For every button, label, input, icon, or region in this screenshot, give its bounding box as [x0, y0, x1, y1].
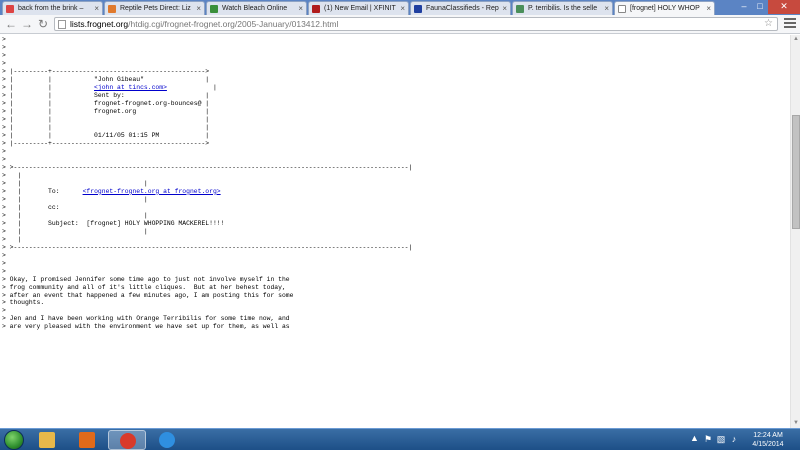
tab-favicon-icon: [210, 5, 218, 13]
tab-favicon-icon: [618, 5, 626, 13]
body-line: thoughts.: [9, 299, 45, 307]
sent-by-label: Sent by:: [94, 91, 125, 99]
tab-close-icon[interactable]: ×: [94, 2, 99, 15]
sent-by-line2: frognet.org: [94, 107, 137, 115]
media-player-icon: [79, 432, 95, 448]
page-content: > > > > > |---------+-------------------…: [0, 35, 790, 428]
from-email-link[interactable]: <john at tincs.com>: [94, 84, 167, 91]
restore-button[interactable]: □: [752, 0, 768, 14]
clock-date: 4/15/2014: [752, 441, 784, 448]
clock[interactable]: 12:24 AM 4/15/2014: [744, 431, 792, 449]
flag-icon[interactable]: ⚑: [703, 434, 713, 444]
internet-explorer-icon: [159, 432, 175, 448]
tab-4[interactable]: FaunaClassifieds - Rep ×: [410, 1, 511, 15]
tab-close-icon[interactable]: ×: [604, 2, 609, 15]
tab-0[interactable]: back from the brink – ×: [2, 1, 103, 15]
network-icon[interactable]: ▧: [716, 434, 726, 444]
tab-close-icon[interactable]: ×: [196, 2, 201, 15]
url-path: /htdig.cgi/frognet-frognet.org/2005-Janu…: [128, 19, 339, 29]
subject-value: [frognet] HOLY WHOPPING MACKEREL!!!!: [86, 219, 225, 227]
tab-favicon-icon: [516, 5, 524, 13]
tab-label: [frognet] HOLY WHOP: [630, 5, 700, 12]
tab-label: back from the brink –: [18, 5, 84, 12]
browser-toolbar: ← → ↻ lists.frognet.org/htdig.cgi/frogne…: [0, 15, 800, 34]
tab-label: Watch Bleach Online: [222, 5, 288, 12]
tab-close-icon[interactable]: ×: [706, 2, 711, 15]
taskbar-internet-explorer[interactable]: [148, 430, 186, 450]
chrome-icon: [120, 433, 136, 449]
folder-icon: [39, 432, 55, 448]
close-window-button[interactable]: ✕: [768, 0, 800, 14]
start-button-icon[interactable]: [4, 430, 24, 450]
page-icon: [58, 20, 66, 29]
sent-by-line1: frognet-frognet.org-bounces@: [94, 99, 202, 107]
tab-favicon-icon: [312, 5, 320, 13]
tab-label: P. terribilis. Is the selle: [528, 5, 598, 12]
url-host: lists.frognet.org: [70, 19, 129, 29]
tab-label: FaunaClassifieds - Rep: [426, 5, 499, 12]
body-line: are very pleased with the environment we…: [9, 323, 290, 331]
tab-favicon-icon: [6, 5, 14, 13]
subject-label: Subject:: [48, 219, 79, 227]
tab-1[interactable]: Reptile Pets Direct: Liz ×: [104, 1, 205, 15]
scroll-thumb[interactable]: [792, 115, 800, 229]
tab-label: (1) New Email | XFINIT: [324, 5, 396, 12]
bookmark-star-icon[interactable]: ☆: [764, 18, 773, 30]
taskbar-folder[interactable]: [28, 430, 66, 450]
tab-favicon-icon: [414, 5, 422, 13]
clock-time: 12:24 AM: [753, 432, 783, 439]
from-name: "John Gibeau": [94, 75, 144, 83]
tab-favicon-icon: [108, 5, 116, 13]
back-icon[interactable]: ←: [4, 17, 18, 31]
message-body: > > > > > |---------+-------------------…: [2, 36, 413, 331]
tab-close-icon[interactable]: ×: [400, 2, 405, 15]
forward-icon[interactable]: →: [20, 17, 34, 31]
tab-close-icon[interactable]: ×: [298, 2, 303, 15]
sent-date: 01/11/05 01:15 PM: [94, 131, 160, 139]
menu-icon[interactable]: [784, 18, 796, 30]
body-line: Jen and I have been working with Orange …: [9, 315, 290, 323]
taskbar-media-player[interactable]: [68, 430, 106, 450]
to-email-link[interactable]: <frognet-frognet.org at frognet.org>: [83, 188, 221, 195]
tab-close-icon[interactable]: ×: [502, 2, 507, 15]
tab-2[interactable]: Watch Bleach Online ×: [206, 1, 307, 15]
body-line: after an event that happened a few minut…: [9, 291, 294, 299]
minimize-button[interactable]: –: [736, 0, 752, 14]
show-hidden-icons-icon[interactable]: ▲: [690, 433, 699, 443]
to-label: To:: [48, 187, 60, 195]
address-bar[interactable]: lists.frognet.org/htdig.cgi/frognet-frog…: [54, 17, 778, 31]
cc-label: cc:: [48, 203, 60, 211]
tab-label: Reptile Pets Direct: Liz: [120, 5, 191, 12]
tab-strip: back from the brink – × Reptile Pets Direc…: [0, 0, 800, 15]
vertical-scrollbar[interactable]: ▲ ▼: [790, 35, 800, 428]
tab-5[interactable]: P. terribilis. Is the selle ×: [512, 1, 613, 15]
body-line: frog community and all of it's little cl…: [9, 283, 286, 291]
volume-icon[interactable]: ♪: [729, 434, 739, 444]
scroll-up-arrow-icon[interactable]: ▲: [791, 35, 800, 44]
scroll-down-arrow-icon[interactable]: ▼: [791, 419, 800, 428]
tab-3[interactable]: (1) New Email | XFINIT ×: [308, 1, 409, 15]
tab-6[interactable]: [frognet] HOLY WHOP ×: [614, 1, 715, 15]
taskbar: ▲ ⚑ ▧ ♪ 12:24 AM 4/15/2014: [0, 428, 800, 450]
body-line: Okay, I promised Jennifer some time ago …: [9, 275, 290, 283]
taskbar-chrome[interactable]: [108, 430, 146, 450]
reload-icon[interactable]: ↻: [36, 17, 50, 31]
